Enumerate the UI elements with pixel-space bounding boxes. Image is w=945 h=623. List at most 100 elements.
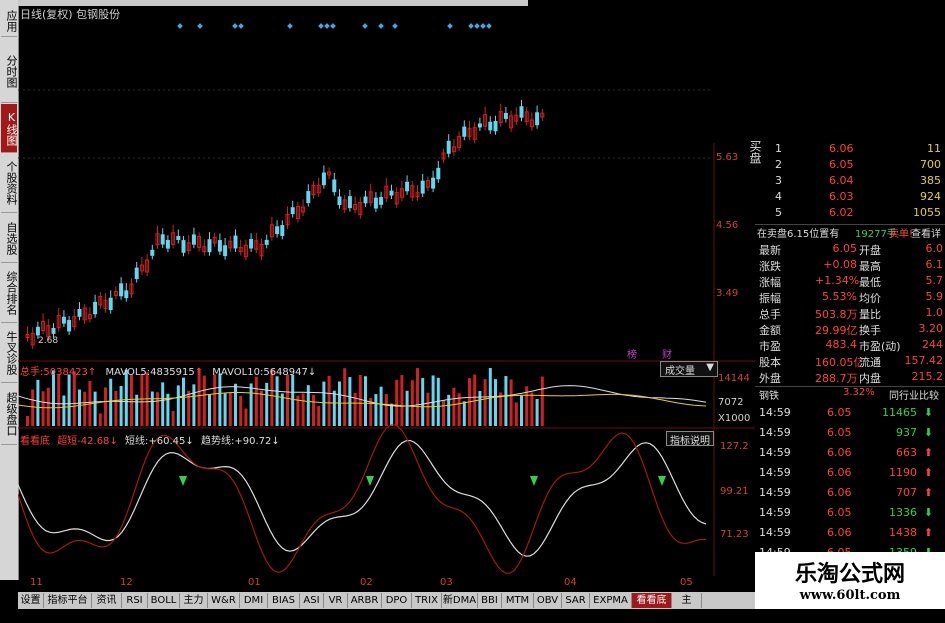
arrow-down-icon <box>530 476 538 486</box>
volume-selector[interactable]: 成交量 ▼ <box>660 361 718 377</box>
quote-label: 外盘 <box>759 372 781 385</box>
bid-level-row[interactable]: 1 6.06 11 <box>755 142 945 157</box>
candle-body <box>332 179 337 193</box>
tab-indicator[interactable]: DMI <box>240 593 268 608</box>
nav-item-ranking[interactable]: 综合排名 <box>1 264 18 323</box>
quote-label: 振幅 <box>759 292 781 305</box>
quote-label: 金额 <box>759 324 781 337</box>
candle-body <box>67 320 72 332</box>
tab-indicator[interactable]: VR <box>324 593 348 608</box>
nav-item-kline[interactable]: K线图 <box>1 104 18 153</box>
tick-price: 6.06 <box>827 526 852 539</box>
nav-item-apps[interactable]: 应用 <box>1 6 18 37</box>
tab-indicator[interactable]: RSI <box>122 593 148 608</box>
tab-indicator[interactable]: SAR <box>562 593 590 608</box>
quote-row: 最新 6.05 开盘 6.0 <box>755 242 945 257</box>
tab-indicator[interactable]: 资讯 <box>92 593 122 608</box>
nav-item-watchlist[interactable]: 自选股 <box>1 214 18 263</box>
nav-item-diagnosis[interactable]: 牛叉诊股 <box>1 324 18 383</box>
tab-indicator[interactable]: W&R <box>208 593 240 608</box>
quote-value: 29.99亿 <box>815 324 858 337</box>
quote-label: 量比 <box>859 308 881 321</box>
volume-bar <box>119 385 123 426</box>
quote-value: 5.9 <box>925 290 944 303</box>
tab-indicator[interactable]: DPO <box>382 593 412 608</box>
bid-level-row[interactable]: 3 6.04 385 <box>755 174 945 189</box>
tab-indicator[interactable]: 新DMA <box>442 593 478 608</box>
volume-bar <box>540 376 544 426</box>
arrow-down-icon: ⬇ <box>923 406 933 419</box>
volume-bar <box>72 371 76 426</box>
tab-indicator[interactable]: BBI <box>478 593 502 608</box>
nav-item-profile[interactable]: 个股资料 <box>1 154 18 213</box>
trade-tick-row: 14:59 6.05 1336 ⬇ <box>755 506 945 521</box>
quote-value: 483.4 <box>825 338 858 351</box>
volume-bar <box>327 375 331 426</box>
quote-label: 内盘 <box>859 372 881 385</box>
volume-bar <box>483 379 487 426</box>
tab-indicator[interactable]: 主力 <box>180 593 208 608</box>
arrow-down-icon <box>658 476 666 486</box>
date-label: 12 <box>120 577 133 588</box>
volume-bar <box>244 408 248 426</box>
watermark-logo: 乐淘公式网 www.60lt.com <box>755 552 945 609</box>
tab-indicator[interactable]: MTM <box>502 593 534 608</box>
bid-level-row[interactable]: 4 6.03 924 <box>755 190 945 205</box>
quote-value: 1.0 <box>925 306 944 319</box>
candle-body <box>280 225 285 236</box>
tab-indicator[interactable]: 设置 <box>18 593 44 608</box>
tab-indicator[interactable]: OBV <box>534 593 562 608</box>
tab-indicator[interactable]: BOLL <box>148 593 180 608</box>
candle-body <box>134 267 139 280</box>
candle-body <box>160 234 165 245</box>
tab-indicator[interactable]: ASI <box>300 593 324 608</box>
arrow-down-icon: ⬇ <box>923 506 933 519</box>
bid-level-row[interactable]: 5 6.02 1055 <box>755 206 945 221</box>
tab-indicator[interactable]: TRIX <box>412 593 442 608</box>
quote-label: 市盈(动) <box>859 340 901 353</box>
volume-bar <box>379 386 383 426</box>
volume-bar <box>171 410 175 426</box>
bid-volume: 700 <box>920 158 941 171</box>
signal-diamond <box>232 23 238 29</box>
rank-icon[interactable]: 榜 <box>627 346 637 361</box>
tab-indicator[interactable]: EXPMA <box>590 593 632 608</box>
quote-value: +0.08 <box>823 258 857 271</box>
tab-indicator[interactable]: 主力... <box>672 593 702 621</box>
tick-time: 14:59 <box>759 526 791 539</box>
quote-value: 215.2 <box>911 370 944 383</box>
quote-label: 最高 <box>859 260 881 273</box>
sector-row[interactable]: 钢铁 3.32% 同行业比较 <box>755 386 945 402</box>
big-order-notice[interactable]: 在卖盘6.15位置有 19277手 卖单! 查看详 <box>755 224 945 240</box>
nav-item-intraday[interactable]: 分时图 <box>1 40 18 103</box>
tick-volume: 1336 <box>889 506 917 519</box>
volume-bar <box>478 391 482 426</box>
volume-bar <box>213 374 217 426</box>
tick-volume: 707 <box>896 486 917 499</box>
volume-bar <box>395 379 399 426</box>
volume-bar <box>514 402 518 426</box>
quote-value: 6.1 <box>925 258 944 271</box>
nav-item-level2[interactable]: 超级盘口 <box>1 384 18 445</box>
volume-bar <box>150 391 154 426</box>
quote-label: 总手 <box>759 308 781 321</box>
tab-indicator[interactable]: 指标平台 <box>44 593 92 608</box>
indicator-axis-low: 71.23 <box>720 529 749 540</box>
candle-body <box>61 316 66 324</box>
tick-price: 6.06 <box>827 486 852 499</box>
tab-indicator[interactable]: 看看底 <box>632 593 672 608</box>
kline-chart-area[interactable] <box>18 18 755 578</box>
bid-level-row[interactable]: 2 6.05 700 <box>755 158 945 173</box>
tab-indicator[interactable]: BIAS <box>268 593 300 608</box>
volume-bar <box>239 395 243 426</box>
volume-bar <box>312 394 315 426</box>
quote-value: 244 <box>922 338 943 351</box>
finance-icon[interactable]: 财 <box>662 346 672 361</box>
volume-axis-top: 14144 <box>718 373 750 384</box>
volume-bar <box>176 385 180 426</box>
tab-indicator[interactable]: ARBR <box>348 593 382 608</box>
candle-body <box>275 226 280 235</box>
volume-bar <box>218 373 222 426</box>
indicator-help-button[interactable]: 指标说明 <box>666 431 714 447</box>
volume-bar <box>62 395 66 426</box>
